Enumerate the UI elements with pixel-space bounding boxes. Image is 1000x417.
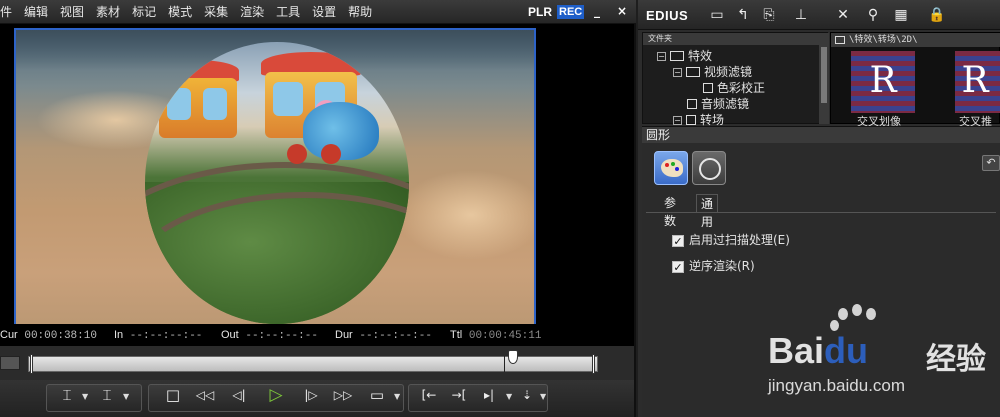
undo-icon[interactable]: ↶ [982, 155, 1000, 171]
trim-icon[interactable]: ▸| [478, 385, 500, 405]
seek-start-marker[interactable] [30, 354, 33, 374]
menu-help[interactable]: 帮助 [342, 0, 378, 24]
seek-left-handle[interactable] [0, 356, 20, 370]
link-icon[interactable]: ⎘ [760, 6, 778, 24]
timecode-bar: Cur 00:00:38:10 In --:--:--:-- Out --:--… [0, 324, 634, 346]
tree-scroll-thumb[interactable] [821, 47, 827, 103]
expander-icon[interactable]: − [673, 68, 682, 77]
menu-mode[interactable]: 模式 [162, 0, 198, 24]
bin-toolbar: EDIUS ▭ ↰ ⎘ ⊥ ✕ ⚲ ▦ 🔒 [638, 0, 1000, 30]
menu-capture[interactable]: 采集 [198, 0, 234, 24]
playhead-thumb[interactable] [507, 350, 518, 364]
tc-in: In --:--:--:-- [114, 329, 203, 342]
asset-thumb-cross-wipe[interactable]: R [851, 51, 915, 113]
fast-forward-icon[interactable]: ▷▷ [332, 385, 354, 405]
add-icon[interactable]: ⊥ [792, 6, 810, 24]
seek-end-marker[interactable] [592, 354, 595, 374]
asset-path: \特效\转场\2D\ [831, 33, 1000, 47]
folder-icon [686, 67, 700, 77]
filter-icon [687, 99, 697, 109]
plr-indicator[interactable]: PLR [528, 5, 552, 19]
stop-icon[interactable]: □ [162, 385, 184, 405]
folder-icon [670, 51, 684, 61]
tc-out: Out --:--:--:-- [221, 329, 318, 342]
menu-render[interactable]: 渲染 [234, 0, 270, 24]
baidu-watermark: Baidu 经验 jingyan.baidu.com [768, 304, 1000, 408]
close-button[interactable]: × [615, 4, 629, 18]
watermark-brand: Baidu [768, 330, 869, 371]
chevron-down-icon[interactable]: ▼ [394, 393, 402, 401]
menu-clip[interactable]: 素材 [90, 0, 126, 24]
effect-title: 圆形 [642, 127, 1000, 143]
tab-params[interactable]: 参数 [660, 194, 680, 228]
expander-icon[interactable]: − [673, 116, 682, 125]
seek-bar-area [0, 346, 634, 380]
stopwatch-icon [699, 158, 721, 180]
watermark-cn: 经验 [926, 342, 986, 377]
folder-icon [835, 36, 845, 44]
filter-icon [703, 83, 713, 93]
mark-in-icon[interactable]: ⌶ [56, 385, 78, 405]
asset-view: \特效\转场\2D\ R 交叉划像 R 交叉推 [830, 32, 1000, 128]
tab-general[interactable]: 通用 [696, 194, 719, 229]
loop-icon[interactable]: ▭ [366, 385, 388, 405]
tree-item-video-filters[interactable]: − 视频滤镜 [673, 65, 752, 80]
chevron-down-icon[interactable]: ▼ [82, 393, 90, 401]
app-title: EDIUS [646, 8, 689, 23]
menu-edit[interactable]: 编辑 [18, 0, 54, 24]
folder-tree-panel: 文件夹 − 特效 − 视频滤镜 色彩校正 音频滤镜 − 转场 [642, 32, 829, 127]
step-back-icon[interactable]: ◁| [228, 385, 250, 405]
edius-workspace: 件 编辑 视图 素材 标记 模式 采集 渲染 工具 设置 帮助 PLR REC … [0, 0, 1000, 417]
chevron-down-icon[interactable]: ▼ [506, 393, 514, 401]
checkbox[interactable]: ✓ [672, 235, 684, 247]
menu-view[interactable]: 视图 [54, 0, 90, 24]
view-grid-icon[interactable]: ▦ [892, 6, 910, 24]
player-window: 件 编辑 视图 素材 标记 模式 采集 渲染 工具 设置 帮助 PLR REC … [0, 0, 636, 417]
circle-transition-image [145, 42, 409, 324]
folder-icon[interactable]: ▭ [708, 6, 726, 24]
folder-header: 文件夹 [643, 33, 829, 45]
timing-button[interactable] [692, 151, 726, 185]
palette-button[interactable] [654, 151, 688, 185]
tree-item-audio-filters[interactable]: 音频滤镜 [687, 97, 749, 112]
mark-out-icon[interactable]: ⌶ [96, 385, 118, 405]
menu-marker[interactable]: 标记 [126, 0, 162, 24]
overwrite-icon[interactable]: →[ [448, 385, 470, 405]
close-icon[interactable]: ✕ [834, 6, 852, 24]
up-folder-icon[interactable]: ↰ [734, 6, 752, 24]
watermark-url: jingyan.baidu.com [768, 376, 906, 395]
rec-indicator[interactable]: REC [557, 5, 585, 19]
menu-settings[interactable]: 设置 [306, 0, 342, 24]
search-icon[interactable]: ⚲ [864, 6, 882, 24]
folder-icon [686, 115, 696, 125]
tc-dur: Dur --:--:--:-- [335, 329, 432, 342]
checkbox[interactable]: ✓ [672, 261, 684, 273]
rewind-icon[interactable]: ◁◁ [194, 385, 216, 405]
tree-item-color-correction[interactable]: 色彩校正 [703, 81, 765, 96]
lock-icon[interactable]: 🔒 [928, 6, 946, 24]
asset-thumb-cross-push[interactable]: R [955, 51, 1000, 113]
tc-ttl: Ttl 00:00:45:11 [450, 329, 542, 342]
menu-tools[interactable]: 工具 [270, 0, 306, 24]
insert-icon[interactable]: [← [418, 385, 440, 405]
chevron-down-icon[interactable]: ▼ [540, 393, 548, 401]
tc-cur: Cur 00:00:38:10 [0, 329, 97, 342]
chevron-down-icon[interactable]: ▼ [123, 393, 131, 401]
video-preview[interactable] [0, 24, 634, 324]
preview-frame [14, 28, 536, 324]
play-icon[interactable]: ▷ [265, 385, 287, 405]
export-icon[interactable]: ⇣ [516, 385, 538, 405]
option-reverse-render[interactable]: ✓ 逆序渲染(R) [672, 257, 755, 275]
step-forward-icon[interactable]: |▷ [300, 385, 322, 405]
tree-item-effects[interactable]: − 特效 [657, 49, 712, 64]
expander-icon[interactable]: − [657, 52, 666, 61]
menu-file[interactable]: 件 [0, 0, 18, 24]
minimize-button[interactable]: _ [590, 4, 604, 18]
transport-controls: ⌶ ▼ ⌶ ▼ □ ◁◁ ◁| ▷ |▷ ▷▷ ▭ ▼ [← →[ ▸| ▼ ⇣… [0, 380, 634, 417]
option-overscan[interactable]: ✓ 启用过扫描处理(E) [672, 231, 790, 249]
